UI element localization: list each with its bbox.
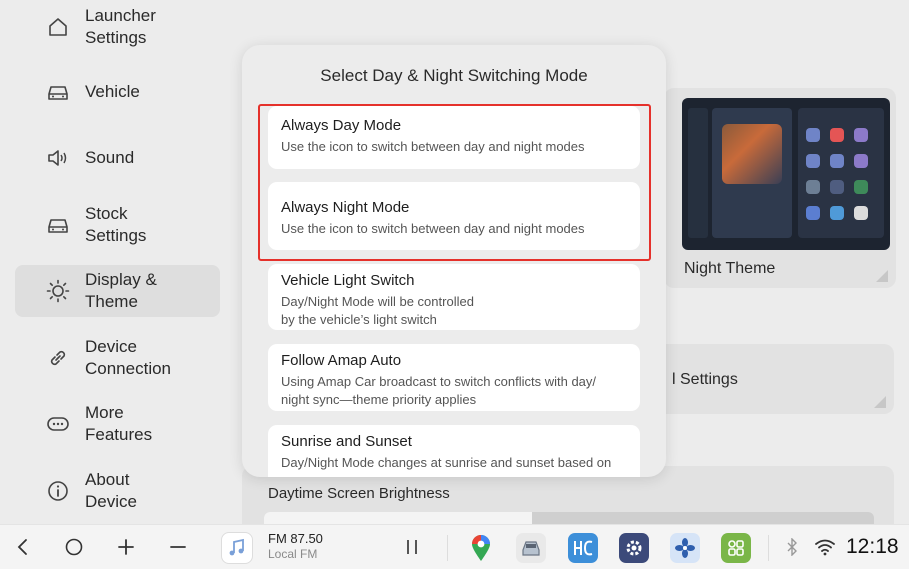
fan-app-icon[interactable]: [670, 533, 700, 563]
dialog-title: Select Day & Night Switching Mode: [320, 66, 588, 85]
option-title: Sunrise and Sunset: [281, 433, 412, 450]
taskbar: FM 87.50 Local FM 12:18: [0, 524, 909, 569]
radio-station: Local FM: [268, 547, 318, 561]
option-title: Always Day Mode: [281, 117, 402, 134]
option-title: Follow Amap Auto: [281, 352, 402, 369]
back-icon[interactable]: [12, 536, 34, 558]
settings-gear-icon[interactable]: [619, 533, 649, 563]
option-description: Day/Night Mode changes at sunrise and su…: [281, 455, 612, 470]
option-title: Vehicle Light Switch: [281, 272, 415, 289]
volume-up-icon[interactable]: [115, 536, 137, 558]
apps-grid-icon[interactable]: [721, 533, 751, 563]
option-description: Day/Night Mode will be controlled by the…: [281, 294, 474, 327]
option-always-day-mode[interactable]: Always Day Mode Use the icon to switch b…: [268, 106, 640, 169]
option-sunrise-and-sunset[interactable]: Sunrise and Sunset Day/Night Mode change…: [268, 425, 640, 477]
option-description: Using Amap Car broadcast to switch confl…: [281, 374, 597, 407]
volume-down-icon[interactable]: [167, 536, 189, 558]
radio-frequency: FM 87.50: [268, 531, 323, 546]
option-vehicle-light-switch[interactable]: Vehicle Light Switch Day/Night Mode will…: [268, 264, 640, 330]
option-title: Always Night Mode: [281, 199, 410, 216]
clock: 12:18: [846, 535, 899, 558]
home-circle-icon[interactable]: [63, 536, 85, 558]
car-app-icon[interactable]: [516, 533, 546, 563]
maps-app-icon[interactable]: [466, 533, 496, 563]
music-app-icon[interactable]: [221, 532, 253, 564]
wifi-icon[interactable]: [813, 537, 837, 557]
bluetooth-icon[interactable]: [783, 537, 801, 557]
option-always-night-mode[interactable]: Always Night Mode Use the icon to switch…: [268, 182, 640, 250]
day-night-mode-dialog: Select Day & Night Switching Mode Always…: [242, 45, 666, 477]
divider: [768, 535, 769, 561]
option-description: Use the icon to switch between day and n…: [281, 139, 585, 154]
option-follow-amap-auto[interactable]: Follow Amap Auto Using Amap Car broadcas…: [268, 344, 640, 411]
pause-icon[interactable]: [402, 537, 422, 557]
option-description: Use the icon to switch between day and n…: [281, 221, 585, 236]
carlink-app-icon[interactable]: [568, 533, 598, 563]
divider: [447, 535, 448, 561]
radio-info[interactable]: FM 87.50 Local FM: [268, 531, 323, 561]
